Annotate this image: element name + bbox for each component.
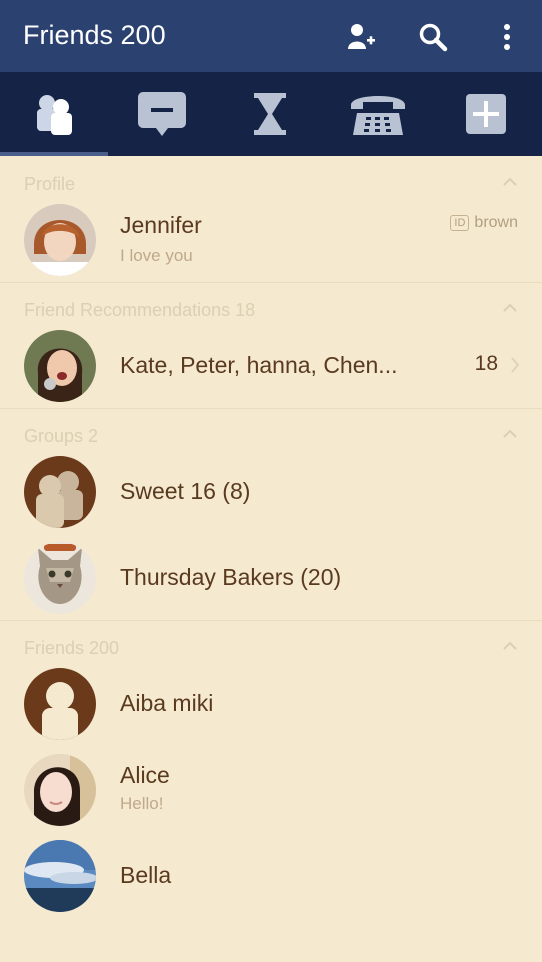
section-label: Profile	[24, 174, 76, 194]
group-name: Sweet 16 (8)	[120, 478, 251, 504]
id-badge: ID brown	[450, 214, 518, 232]
friend-name: Bella	[120, 862, 172, 888]
section-label: Friend Recommendations 18	[24, 300, 256, 320]
tab-bar	[0, 72, 542, 156]
divider	[0, 620, 542, 621]
tab-calls[interactable]	[324, 72, 432, 156]
friends-screen: Friends 200 Profile Jennifer I love you …	[0, 0, 542, 962]
add-friend-icon[interactable]	[344, 20, 378, 54]
chevron-right-icon	[511, 357, 520, 373]
search-icon[interactable]	[416, 20, 450, 54]
divider	[0, 282, 542, 283]
section-header-friends[interactable]: Friends 200	[0, 632, 542, 662]
divider	[0, 408, 542, 409]
group-name: Thursday Bakers (20)	[120, 564, 342, 590]
page-title: Friends 200	[23, 20, 166, 50]
friend-row[interactable]: Aiba miki	[0, 666, 542, 746]
profile-status-message: I love you	[120, 246, 193, 265]
section-header-profile[interactable]: Profile	[0, 168, 542, 198]
plus-icon	[466, 94, 506, 134]
chevron-up-icon	[503, 303, 517, 312]
tab-friends[interactable]	[0, 72, 108, 156]
section-header-recommendations[interactable]: Friend Recommendations 18	[0, 294, 542, 324]
tab-chats[interactable]	[108, 72, 216, 156]
avatar	[24, 840, 96, 912]
id-badge-label: ID	[450, 215, 470, 231]
phone-icon	[351, 96, 405, 135]
tab-timeline[interactable]	[216, 72, 324, 156]
chat-icon	[138, 92, 186, 136]
default-avatar-icon	[24, 668, 96, 740]
recommendation-names: Kate, Peter, hanna, Chen...	[120, 352, 398, 378]
top-app-bar: Friends 200	[0, 0, 542, 72]
group-row[interactable]: Thursday Bakers (20)	[0, 540, 542, 620]
more-vertical-icon[interactable]	[490, 20, 524, 54]
friends-icon	[37, 95, 72, 135]
hourglass-icon	[254, 93, 286, 135]
friend-name: Aiba miki	[120, 690, 214, 716]
recommendations-row[interactable]: Kate, Peter, hanna, Chen... 18	[0, 328, 542, 408]
friend-row[interactable]: Alice Hello!	[0, 752, 542, 832]
section-label: Friends 200	[24, 638, 120, 658]
avatar	[24, 542, 96, 614]
section-label: Groups 2	[24, 426, 99, 446]
friend-row[interactable]: Bella	[0, 838, 542, 918]
avatar	[24, 754, 96, 826]
avatar	[24, 330, 96, 402]
friend-status-message: Hello!	[120, 794, 164, 813]
friends-list[interactable]: Profile Jennifer I love you ID brown Fri…	[0, 156, 542, 962]
profile-name: Jennifer	[120, 212, 202, 238]
chevron-up-icon	[503, 177, 517, 186]
chevron-up-icon	[503, 429, 517, 438]
profile-row[interactable]: Jennifer I love you ID brown	[0, 202, 542, 282]
recommendation-count: 18	[474, 352, 498, 375]
friend-name: Alice	[120, 762, 170, 788]
section-header-groups[interactable]: Groups 2	[0, 420, 542, 450]
group-row[interactable]: Sweet 16 (8)	[0, 454, 542, 534]
chevron-up-icon	[503, 641, 517, 650]
avatar	[24, 204, 96, 276]
group-avatar-icon	[24, 456, 96, 528]
tab-more[interactable]	[432, 72, 540, 156]
id-value: brown	[474, 214, 518, 231]
